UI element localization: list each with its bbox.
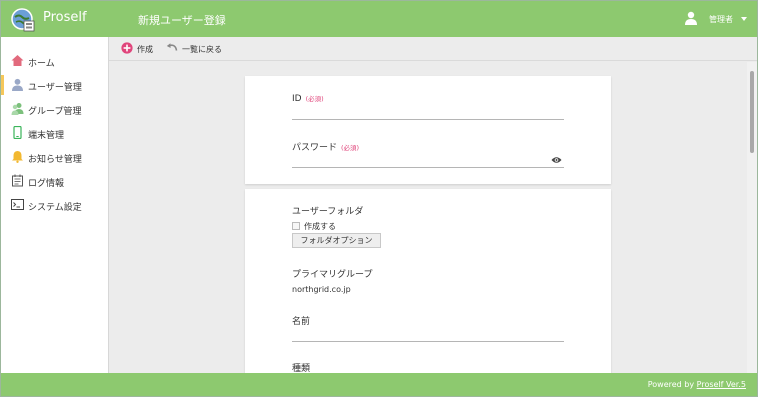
user-folder-label: ユーザーフォルダ	[292, 207, 364, 217]
sidebar-item-logs[interactable]: ログ情報	[1, 171, 108, 191]
sidebar-item-groups[interactable]: グループ管理	[1, 99, 108, 119]
main-content: ID (必須) パスワード (必須) ユーザーフォルダ 作成する フォルダオプション…	[109, 62, 757, 373]
password-label-text: パスワード	[292, 143, 338, 153]
type-label: 種類	[292, 364, 311, 373]
create-button[interactable]: 作成	[121, 42, 165, 56]
page-title: 新規ユーザー登録	[138, 14, 226, 27]
proself-logo-icon[interactable]	[10, 7, 36, 33]
sidebar-item-label: お知らせ管理	[28, 155, 82, 165]
user-menu-caret-icon[interactable]	[741, 17, 747, 21]
folder-option-button[interactable]: フォルダオプション	[292, 233, 381, 248]
sidebar-item-label: システム設定	[28, 203, 82, 213]
credentials-card: ID (必須) パスワード (必須)	[245, 76, 611, 184]
action-toolbar: 作成 一覧に戻る	[109, 37, 757, 61]
footer: Powered by Proself Ver.5	[1, 373, 757, 396]
show-password-eye-icon[interactable]	[551, 156, 562, 164]
top-bar: Proself 新規ユーザー登録 管理者	[1, 1, 757, 37]
powered-by-text: Powered by	[647, 380, 695, 389]
create-folder-checkbox-label[interactable]: 作成する	[304, 221, 336, 232]
password-input[interactable]	[292, 154, 564, 168]
sidebar-item-label: ユーザー管理	[28, 83, 82, 93]
name-input[interactable]	[292, 328, 564, 342]
create-folder-checkbox[interactable]	[292, 222, 300, 230]
proself-version-link[interactable]: Proself Ver.5	[697, 380, 746, 389]
sidebar-item-label: ホーム	[28, 59, 55, 69]
sidebar-item-label: 端末管理	[28, 131, 65, 141]
undo-arrow-icon	[166, 43, 178, 51]
required-badge: (必須)	[341, 144, 360, 152]
device-icon	[13, 126, 22, 139]
primary-group-label: プライマリグループ	[292, 270, 373, 280]
user-avatar-icon[interactable]	[684, 11, 698, 25]
scrollbar-thumb[interactable]	[750, 71, 754, 153]
sidebar-item-label: ログ情報	[28, 179, 65, 189]
password-label: パスワード (必須)	[292, 140, 359, 153]
name-label: 名前	[292, 317, 311, 327]
sidebar: ホーム ユーザー管理 グループ管理 端末管理 お知らせ管理 ログ情報 システム設…	[1, 37, 109, 373]
sidebar-item-label: グループ管理	[28, 107, 82, 117]
app-window: Proself 新規ユーザー登録 管理者 ホーム ユーザー管理 グループ管理 端…	[0, 0, 758, 397]
plus-circle-icon	[121, 42, 133, 54]
sidebar-item-home[interactable]: ホーム	[1, 51, 108, 71]
create-button-label: 作成	[137, 45, 153, 54]
app-name: Proself	[43, 10, 87, 25]
profile-card: ユーザーフォルダ 作成する フォルダオプション プライマリグループ northg…	[245, 189, 611, 373]
vertical-scrollbar[interactable]	[747, 62, 757, 373]
sidebar-item-users[interactable]: ユーザー管理	[1, 75, 108, 95]
terminal-icon	[11, 199, 24, 210]
group-icon	[11, 103, 24, 115]
footer-credit: Powered by Proself Ver.5	[648, 380, 746, 389]
user-menu-name[interactable]: 管理者	[709, 14, 733, 25]
log-icon	[12, 174, 23, 187]
sidebar-item-system-settings[interactable]: システム設定	[1, 195, 108, 215]
id-label: ID (必須)	[292, 93, 324, 104]
required-badge: (必須)	[305, 95, 324, 103]
back-to-list-button[interactable]: 一覧に戻る	[166, 42, 230, 56]
bell-icon	[12, 151, 23, 163]
user-icon	[12, 78, 23, 91]
sidebar-item-devices[interactable]: 端末管理	[1, 123, 108, 143]
back-to-list-label: 一覧に戻る	[182, 45, 222, 54]
home-icon	[11, 55, 24, 66]
sidebar-item-notices[interactable]: お知らせ管理	[1, 147, 108, 167]
id-input[interactable]	[292, 106, 564, 120]
primary-group-value: northgrid.co.jp	[292, 285, 351, 294]
id-label-text: ID	[292, 94, 302, 104]
